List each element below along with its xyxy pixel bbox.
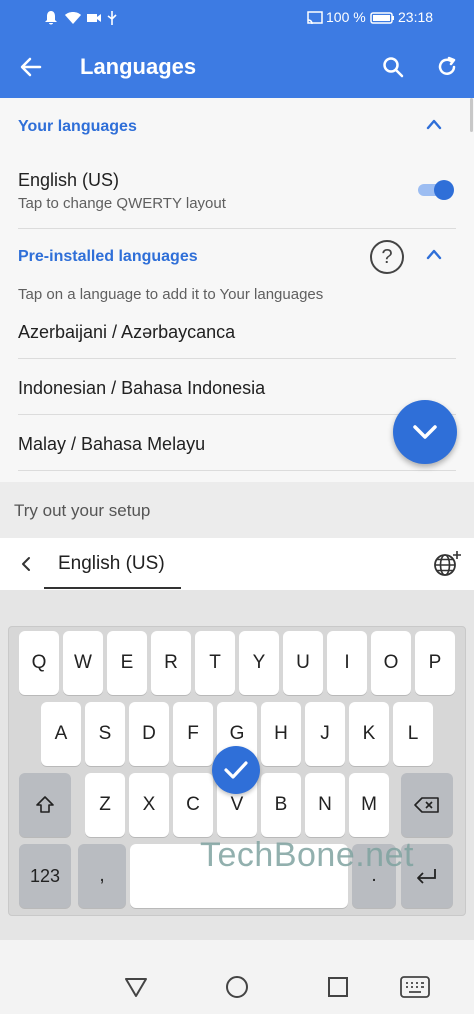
tryout-label: Try out your setup	[14, 501, 151, 520]
key-m[interactable]: M	[349, 773, 389, 837]
key-j[interactable]: J	[305, 702, 345, 766]
selected-check-icon	[212, 746, 260, 794]
backspace-icon	[414, 797, 439, 813]
preinstalled-hint: Tap on a language to add it to Your lang…	[18, 286, 324, 303]
status-time: 23:18	[398, 9, 434, 25]
key-d[interactable]: D	[129, 702, 169, 766]
key-b[interactable]: B	[261, 773, 301, 837]
language-item[interactable]: Malay / Bahasa Melayu	[18, 434, 205, 455]
tryout-section: Try out your setup	[0, 482, 474, 538]
shift-icon	[36, 796, 54, 813]
keyboard-switch-icon[interactable]	[400, 976, 430, 998]
navigation-bar	[0, 940, 474, 1014]
your-languages-header: Your languages	[18, 118, 137, 135]
key-u[interactable]: U	[283, 631, 323, 695]
key-r[interactable]: R	[151, 631, 191, 695]
divider	[18, 414, 456, 415]
collapse-chevron-icon[interactable]	[426, 118, 442, 130]
shift-key[interactable]	[19, 773, 71, 837]
preinstalled-header: Pre-installed languages	[18, 248, 198, 265]
battery-icon	[370, 12, 394, 24]
cast-icon	[307, 11, 323, 25]
scroll-down-button[interactable]	[393, 400, 457, 464]
key-a[interactable]: A	[41, 702, 81, 766]
language-toggle[interactable]	[416, 180, 454, 200]
battery-percent: 100 %	[326, 9, 366, 25]
key-y[interactable]: Y	[239, 631, 279, 695]
key-p[interactable]: P	[415, 631, 455, 695]
divider	[18, 228, 456, 229]
key-e[interactable]: E	[107, 631, 147, 695]
key-c[interactable]: C	[173, 773, 213, 837]
backspace-key[interactable]	[401, 773, 453, 837]
key-z[interactable]: Z	[85, 773, 125, 837]
collapse-chevron-icon[interactable]	[426, 248, 442, 260]
divider	[18, 470, 456, 471]
key-w[interactable]: W	[63, 631, 103, 695]
language-item[interactable]: Indonesian / Bahasa Indonesia	[18, 378, 265, 399]
comma-key[interactable]: ,	[78, 844, 126, 908]
selected-language[interactable]: English (US)	[58, 553, 165, 575]
status-bar: 100 % 23:18	[0, 0, 474, 36]
language-item[interactable]: Azerbaijani / Azərbaycanca	[18, 322, 235, 343]
key-h[interactable]: H	[261, 702, 301, 766]
key-o[interactable]: O	[371, 631, 411, 695]
key-l[interactable]: L	[393, 702, 433, 766]
add-language-globe-icon[interactable]	[432, 550, 462, 578]
recents-square-icon[interactable]	[327, 976, 349, 998]
language-subtitle: Tap to change QWERTY layout	[18, 195, 226, 212]
key-n[interactable]: N	[305, 773, 345, 837]
app-bar: Languages	[0, 36, 474, 98]
language-selector-bar: English (US)	[0, 538, 474, 590]
notification-icon	[45, 11, 57, 25]
page-title: Languages	[80, 54, 197, 79]
key-t[interactable]: T	[195, 631, 235, 695]
refresh-icon[interactable]	[436, 56, 458, 78]
back-triangle-icon[interactable]	[124, 976, 148, 998]
chevron-down-icon	[413, 425, 437, 439]
enter-icon	[417, 869, 436, 884]
video-icon	[87, 14, 101, 22]
scrollbar[interactable]	[470, 98, 473, 132]
key-k[interactable]: K	[349, 702, 389, 766]
selected-language-underline	[44, 587, 181, 589]
home-circle-icon[interactable]	[225, 975, 249, 999]
watermark: TechBone.net	[200, 836, 414, 874]
key-s[interactable]: S	[85, 702, 125, 766]
wifi-icon	[65, 12, 81, 24]
chevron-left-icon[interactable]	[20, 556, 32, 572]
search-icon[interactable]	[382, 56, 404, 78]
numbers-key[interactable]: 123	[19, 844, 71, 908]
divider	[18, 358, 456, 359]
key-f[interactable]: F	[173, 702, 213, 766]
key-x[interactable]: X	[129, 773, 169, 837]
help-icon[interactable]: ?	[370, 240, 404, 274]
usb-icon	[107, 11, 117, 25]
key-q[interactable]: Q	[19, 631, 59, 695]
language-name[interactable]: English (US)	[18, 170, 119, 191]
key-i[interactable]: I	[327, 631, 367, 695]
back-arrow-icon[interactable]	[20, 56, 42, 78]
